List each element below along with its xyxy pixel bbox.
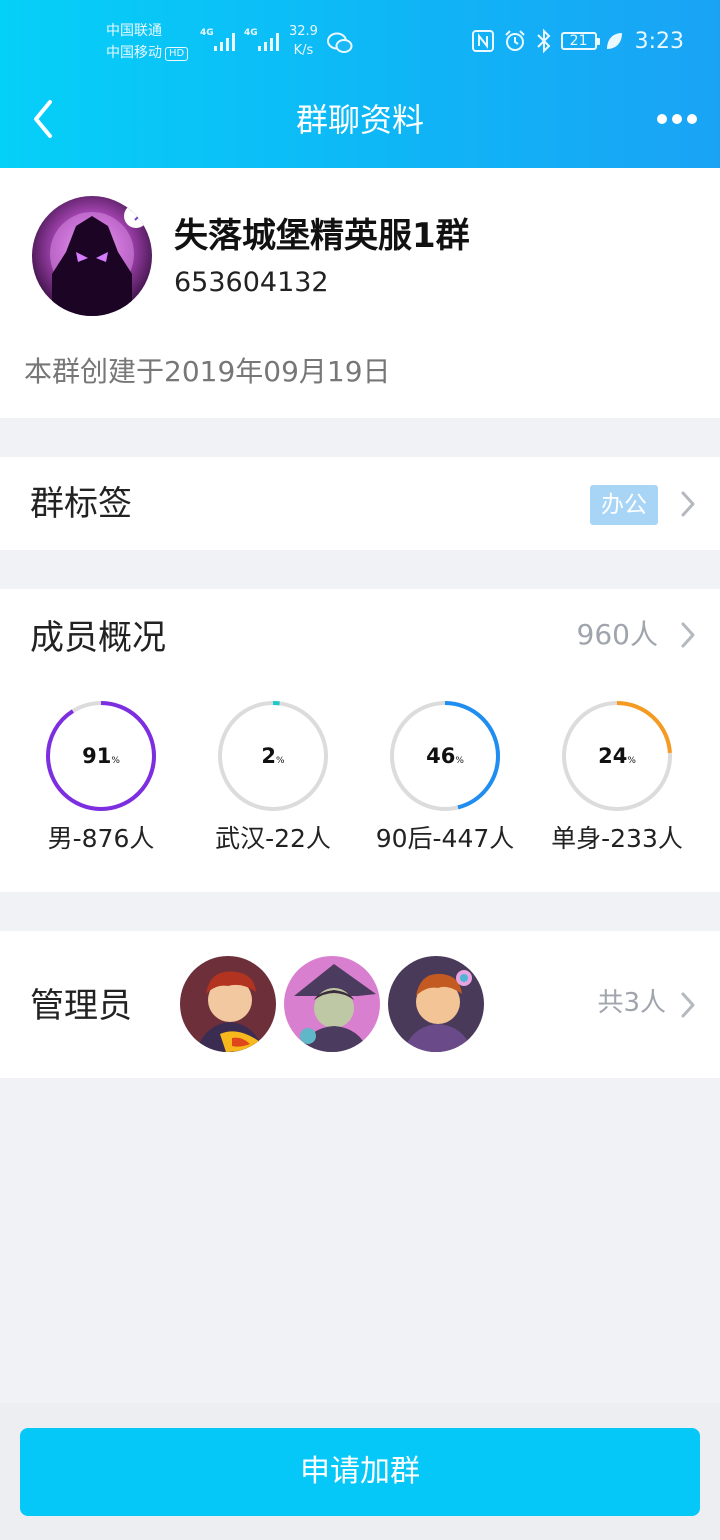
ring-percent: 91% bbox=[82, 744, 120, 768]
group-tag-badge: 办公 bbox=[590, 485, 658, 525]
network-speed: 32.9 K/s bbox=[289, 22, 318, 60]
join-group-button[interactable]: 申请加群 bbox=[20, 1428, 700, 1516]
stat-wuhan[interactable]: 2% 武汉-22人 bbox=[183, 699, 363, 857]
admin-avatar-image bbox=[284, 956, 380, 1052]
alarm-icon bbox=[504, 30, 525, 51]
header: 中国联通 中国移动 HD 4G 4G 32.9 K/s 21 3:23 群聊资料 bbox=[0, 0, 720, 168]
progress-ring: 2% bbox=[216, 699, 330, 813]
admin-avatar-image bbox=[388, 956, 484, 1052]
admins-row[interactable]: 管理员 共3人 bbox=[0, 931, 720, 1078]
members-overview-card: 成员概况 960人 91% 男-876人 2% 武汉-22人 46% 90后-4… bbox=[0, 589, 720, 892]
signal-bars-icon bbox=[258, 33, 279, 51]
admin-avatar[interactable] bbox=[386, 954, 486, 1054]
group-created-date: 本群创建于2019年09月19日 bbox=[24, 355, 391, 388]
speed-value: 32.9 bbox=[289, 24, 318, 39]
leaf-icon bbox=[606, 33, 622, 49]
more-dots-icon bbox=[672, 114, 682, 124]
more-dots-icon bbox=[687, 114, 697, 124]
status-bar: 中国联通 中国移动 HD 4G 4G 32.9 K/s 21 3:23 bbox=[0, 0, 720, 80]
speed-unit: K/s bbox=[293, 43, 314, 58]
stat-male[interactable]: 91% 男-876人 bbox=[11, 699, 191, 857]
group-tags-row[interactable]: 群标签 办公 bbox=[0, 457, 720, 550]
chevron-right-icon bbox=[681, 992, 695, 1018]
admin-avatar-image bbox=[180, 956, 276, 1052]
admin-count: 共3人 bbox=[597, 988, 666, 1018]
group-tags-label: 群标签 bbox=[30, 484, 132, 524]
carrier-1: 中国联通 bbox=[106, 23, 162, 39]
admin-avatar[interactable] bbox=[178, 954, 278, 1054]
carrier-info: 中国联通 中国移动 HD bbox=[106, 20, 189, 64]
group-avatar[interactable] bbox=[32, 196, 152, 316]
progress-ring: 91% bbox=[44, 699, 158, 813]
ring-percent: 24% bbox=[598, 744, 636, 768]
nav-bar: 群聊资料 bbox=[0, 80, 720, 160]
battery-icon: 21 bbox=[560, 32, 600, 50]
admin-avatar[interactable] bbox=[282, 954, 382, 1054]
bluetooth-icon bbox=[536, 28, 551, 54]
hd-badge: HD bbox=[165, 47, 189, 61]
bottom-bar: 申请加群 bbox=[0, 1403, 720, 1540]
more-button[interactable] bbox=[652, 104, 702, 134]
status-icons: 21 3:23 bbox=[471, 26, 684, 56]
stat-label: 男-876人 bbox=[47, 824, 155, 853]
wechat-icon bbox=[327, 32, 353, 53]
group-profile-card: 失落城堡精英服1群 653604132 本群创建于2019年09月19日 bbox=[0, 168, 720, 418]
carrier-2: 中国移动 bbox=[106, 45, 162, 61]
members-overview-label: 成员概况 bbox=[30, 618, 166, 658]
signal-bars-icon bbox=[214, 33, 235, 51]
battery-level: 21 bbox=[569, 33, 588, 49]
member-count[interactable]: 960人 bbox=[577, 615, 658, 655]
progress-ring: 24% bbox=[560, 699, 674, 813]
stat-label: 单身-233人 bbox=[551, 824, 683, 853]
group-id: 653604132 bbox=[174, 267, 329, 298]
chevron-right-icon[interactable] bbox=[680, 621, 696, 649]
stat-label: 武汉-22人 bbox=[215, 824, 331, 853]
page-title: 群聊资料 bbox=[295, 101, 424, 139]
group-avatar-image bbox=[32, 196, 152, 316]
more-dots-icon bbox=[657, 114, 667, 124]
nfc-icon bbox=[471, 30, 494, 52]
stat-post-90s[interactable]: 46% 90后-447人 bbox=[355, 699, 535, 857]
progress-ring: 46% bbox=[388, 699, 502, 813]
group-name: 失落城堡精英服1群 bbox=[174, 216, 470, 256]
stat-label: 90后-447人 bbox=[375, 824, 515, 853]
ring-percent: 46% bbox=[426, 744, 464, 768]
ring-percent: 2% bbox=[261, 744, 285, 768]
chevron-right-icon bbox=[681, 491, 695, 517]
stat-single[interactable]: 24% 单身-233人 bbox=[527, 699, 707, 857]
clock: 3:23 bbox=[634, 28, 684, 54]
admins-label: 管理员 bbox=[30, 986, 132, 1026]
